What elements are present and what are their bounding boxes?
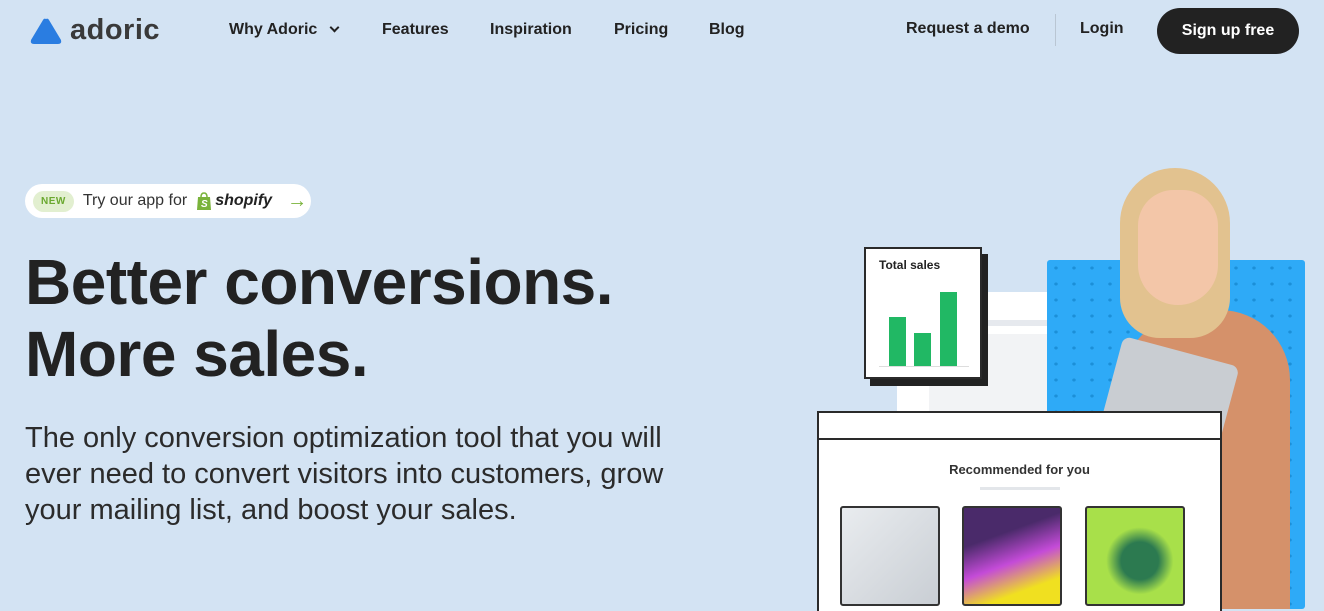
request-demo-link[interactable]: Request a demo <box>906 20 1030 38</box>
hero-title: Better conversions. More sales. <box>25 246 614 390</box>
shopify-bag-icon: S <box>197 191 212 210</box>
hero-illustration: Total sales Recommended for you <box>800 160 1324 611</box>
nav-why-adoric[interactable]: Why Adoric <box>229 21 340 39</box>
arrow-right-icon: → <box>287 189 308 212</box>
new-tag: NEW <box>33 190 74 212</box>
total-sales-card: Total sales <box>864 247 982 379</box>
svg-text:S: S <box>201 199 208 210</box>
login-link[interactable]: Login <box>1080 20 1124 38</box>
hero-title-line1: Better conversions. <box>25 246 614 318</box>
hero-subtitle: The only conversion optimization tool th… <box>25 422 664 526</box>
nav-pricing[interactable]: Pricing <box>614 21 668 39</box>
mini-bar-chart <box>879 289 969 367</box>
recommend-title: Recommended for you <box>949 462 1090 477</box>
nav-label: Why Adoric <box>229 21 318 38</box>
signup-button[interactable]: Sign up free <box>1157 8 1299 54</box>
shopify-wordmark: shopify <box>215 192 273 209</box>
shopify-app-badge[interactable]: NEW Try our app for S shopify → <box>25 184 311 218</box>
total-sales-title: Total sales <box>879 258 941 272</box>
product-thumb-3 <box>1085 506 1185 606</box>
hero-title-line2: More sales. <box>25 318 369 390</box>
product-thumb-1 <box>840 506 940 606</box>
shopify-logo: S shopify <box>196 191 273 211</box>
chevron-down-icon <box>329 22 340 33</box>
product-thumb-2 <box>962 506 1062 606</box>
logo-text: adoric <box>70 14 161 46</box>
adoric-logo[interactable]: adoric <box>30 14 160 47</box>
recommendation-widget: Recommended for you <box>817 411 1222 611</box>
logo-triangle-icon <box>30 18 62 44</box>
nav-divider <box>1055 14 1056 46</box>
badge-text: Try our app for <box>82 192 188 209</box>
nav-inspiration[interactable]: Inspiration <box>490 21 572 39</box>
nav-features[interactable]: Features <box>382 21 449 39</box>
nav-blog[interactable]: Blog <box>709 21 745 39</box>
